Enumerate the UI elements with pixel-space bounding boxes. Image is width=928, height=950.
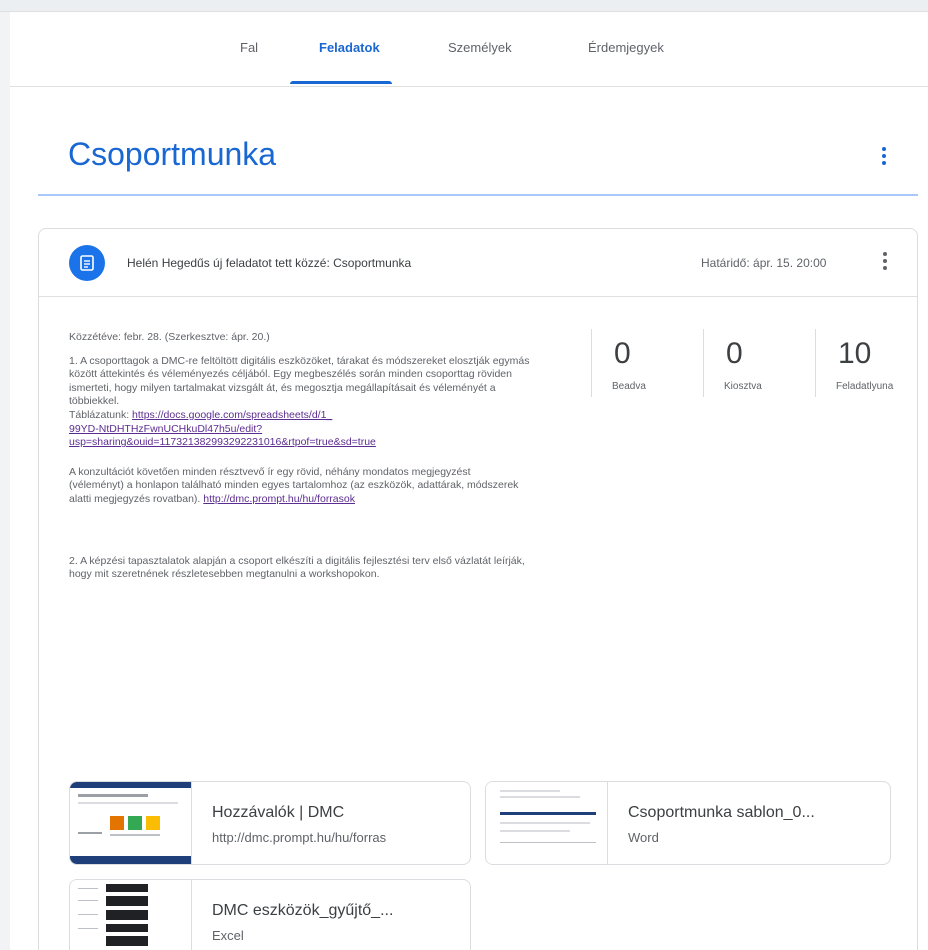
attachment-title: Hozzávalók | DMC bbox=[212, 804, 345, 821]
stat-label: Feladatlyuna bbox=[836, 381, 894, 392]
description-line: alatti megjegyzés rovatban). http://dmc.… bbox=[69, 493, 579, 507]
description-line: hogy mit szeretnének részletesebben megt… bbox=[69, 568, 380, 581]
stat-turned-in[interactable]: 0 Beadva bbox=[591, 329, 703, 397]
tab-classwork[interactable]: Feladatok bbox=[319, 40, 380, 55]
attachment-subtitle: http://dmc.prompt.hu/hu/forras bbox=[212, 830, 387, 845]
spreadsheet-link-cont[interactable]: 99YD-NtDHTHzFwnUCHkuDl47h5u/edit? bbox=[69, 423, 262, 435]
description-line: Táblázatunk: https://docs.google.com/spr… bbox=[69, 409, 579, 423]
attachment-thumbnail bbox=[486, 782, 608, 864]
topic-divider bbox=[38, 194, 918, 196]
attachment-link[interactable]: Hozzávalók | DMC http://dmc.prompt.hu/hu… bbox=[69, 781, 471, 865]
attachment-excel[interactable]: DMC eszközök_gyűjtő_... Excel bbox=[69, 879, 471, 950]
submission-stats: 0 Beadva 0 Kiosztva 10 Feladatlyuna bbox=[591, 329, 919, 399]
tab-stream[interactable]: Fal bbox=[240, 40, 258, 55]
tab-people[interactable]: Személyek bbox=[448, 40, 512, 55]
description-line: 1. A csoporttagok a DMC-re feltöltött di… bbox=[69, 354, 530, 367]
attachment-title: DMC eszközök_gyűjtő_... bbox=[212, 902, 394, 919]
resources-link[interactable]: http://dmc.prompt.hu/hu/forrasok bbox=[203, 493, 355, 505]
assignment-icon bbox=[69, 245, 105, 281]
due-date: Határidő: ápr. 15. 20:00 bbox=[701, 256, 827, 270]
description-line: ismerteti, hogy milyen tartalmakat vizsg… bbox=[69, 381, 496, 394]
classroom-page: Fal Feladatok Személyek Érdemjegyek Csop… bbox=[10, 12, 928, 950]
spreadsheet-link[interactable]: https://docs.google.com/spreadsheets/d/1… bbox=[132, 409, 332, 421]
stat-value: 10 bbox=[838, 337, 872, 370]
stat-label: Kiosztva bbox=[724, 381, 762, 392]
attachment-title: Csoportmunka sablon_0... bbox=[628, 804, 815, 821]
classroom-tabs: Fal Feladatok Személyek Érdemjegyek bbox=[10, 12, 928, 87]
table-label: Táblázatunk: bbox=[69, 408, 130, 421]
more-vert-icon[interactable] bbox=[877, 249, 893, 273]
attachment-subtitle: Excel bbox=[212, 928, 244, 943]
posted-date: Közzétéve: febr. 28. (Szerkesztve: ápr. … bbox=[69, 331, 270, 343]
attachment-subtitle: Word bbox=[628, 830, 659, 845]
top-strip bbox=[0, 0, 928, 12]
topic-title: Csoportmunka bbox=[68, 136, 277, 172]
stat-value: 0 bbox=[614, 337, 631, 370]
description-text: alatti megjegyzés rovatban). bbox=[69, 492, 201, 505]
more-vert-icon[interactable] bbox=[876, 144, 892, 168]
attachment-word[interactable]: Csoportmunka sablon_0... Word bbox=[485, 781, 891, 865]
description-line: 2. A képzési tapasztalatok alapján a cso… bbox=[69, 554, 525, 567]
spreadsheet-link-cont[interactable]: usp=sharing&ouid=117321382993292231016&r… bbox=[69, 436, 376, 448]
assignment-header[interactable]: Helén Hegedűs új feladatot tett közzé: C… bbox=[39, 229, 917, 297]
description-line: többiekkel. bbox=[69, 395, 120, 408]
assignment-header-text: Helén Hegedűs új feladatot tett közzé: C… bbox=[127, 256, 412, 270]
stat-value: 0 bbox=[726, 337, 743, 370]
stat-graded[interactable]: 10 Feladatlyuna bbox=[815, 329, 919, 397]
description-line: 99YD-NtDHTHzFwnUCHkuDl47h5u/edit? bbox=[69, 423, 579, 437]
description-line: usp=sharing&ouid=117321382993292231016&r… bbox=[69, 436, 579, 450]
attachment-thumbnail bbox=[70, 880, 192, 950]
assignment-card: Helén Hegedűs új feladatot tett közzé: C… bbox=[38, 228, 918, 950]
description-line: között áttekintés és véleményezés céljáb… bbox=[69, 368, 512, 381]
description-line: (véleményt) a honlapon található minden … bbox=[69, 479, 519, 492]
active-tab-indicator bbox=[290, 81, 392, 84]
assignment-description: Közzétéve: febr. 28. (Szerkesztve: ápr. … bbox=[69, 331, 579, 582]
description-line: A konzultációt követően minden résztvevő… bbox=[69, 465, 471, 478]
tab-grades[interactable]: Érdemjegyek bbox=[588, 40, 664, 55]
attachment-thumbnail bbox=[70, 782, 192, 864]
stat-label: Beadva bbox=[612, 381, 646, 392]
stat-assigned[interactable]: 0 Kiosztva bbox=[703, 329, 815, 397]
